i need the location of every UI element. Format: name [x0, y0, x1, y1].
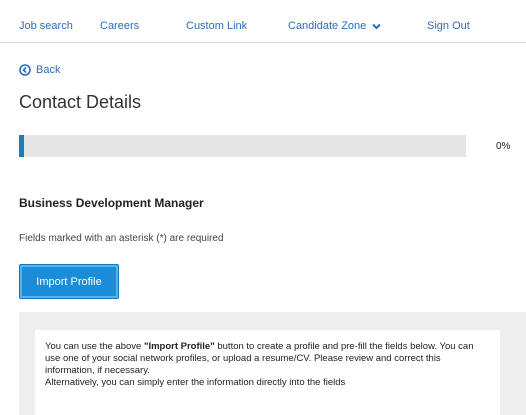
page: Job search Careers Custom Link Candidate…: [0, 0, 526, 415]
info-text: You can use the above "Import Profile" b…: [45, 341, 490, 389]
nav-job-search[interactable]: Job search: [19, 20, 73, 32]
import-profile-button[interactable]: Import Profile: [19, 264, 119, 299]
chevron-down-icon: [372, 23, 382, 30]
nav-careers[interactable]: Careers: [100, 20, 139, 32]
info-p1-before: You can use the above: [45, 341, 144, 352]
job-title: Business Development Manager: [19, 196, 204, 210]
progress-percent: 0%: [496, 141, 511, 152]
nav-sign-out[interactable]: Sign Out: [427, 20, 470, 32]
back-label: Back: [36, 64, 61, 76]
progress-bar: [19, 135, 466, 157]
required-fields-note: Fields marked with an asterisk (*) are r…: [19, 233, 224, 244]
info-p1-bold: "Import Profile": [143, 341, 215, 352]
nav-candidate-zone[interactable]: Candidate Zone: [288, 20, 382, 32]
nav-custom-link[interactable]: Custom Link: [186, 20, 247, 32]
nav-candidate-zone-label: Candidate Zone: [288, 20, 367, 32]
info-paragraph-1: You can use the above "Import Profile" b…: [45, 341, 490, 377]
top-navigation: Job search Careers Custom Link Candidate…: [0, 0, 526, 43]
progress-start-marker: [19, 135, 24, 157]
page-title: Contact Details: [19, 92, 142, 112]
back-arrow-icon: [19, 64, 31, 76]
info-paragraph-2: Alternatively, you can simply enter the …: [45, 377, 346, 388]
back-link[interactable]: Back: [19, 64, 60, 76]
